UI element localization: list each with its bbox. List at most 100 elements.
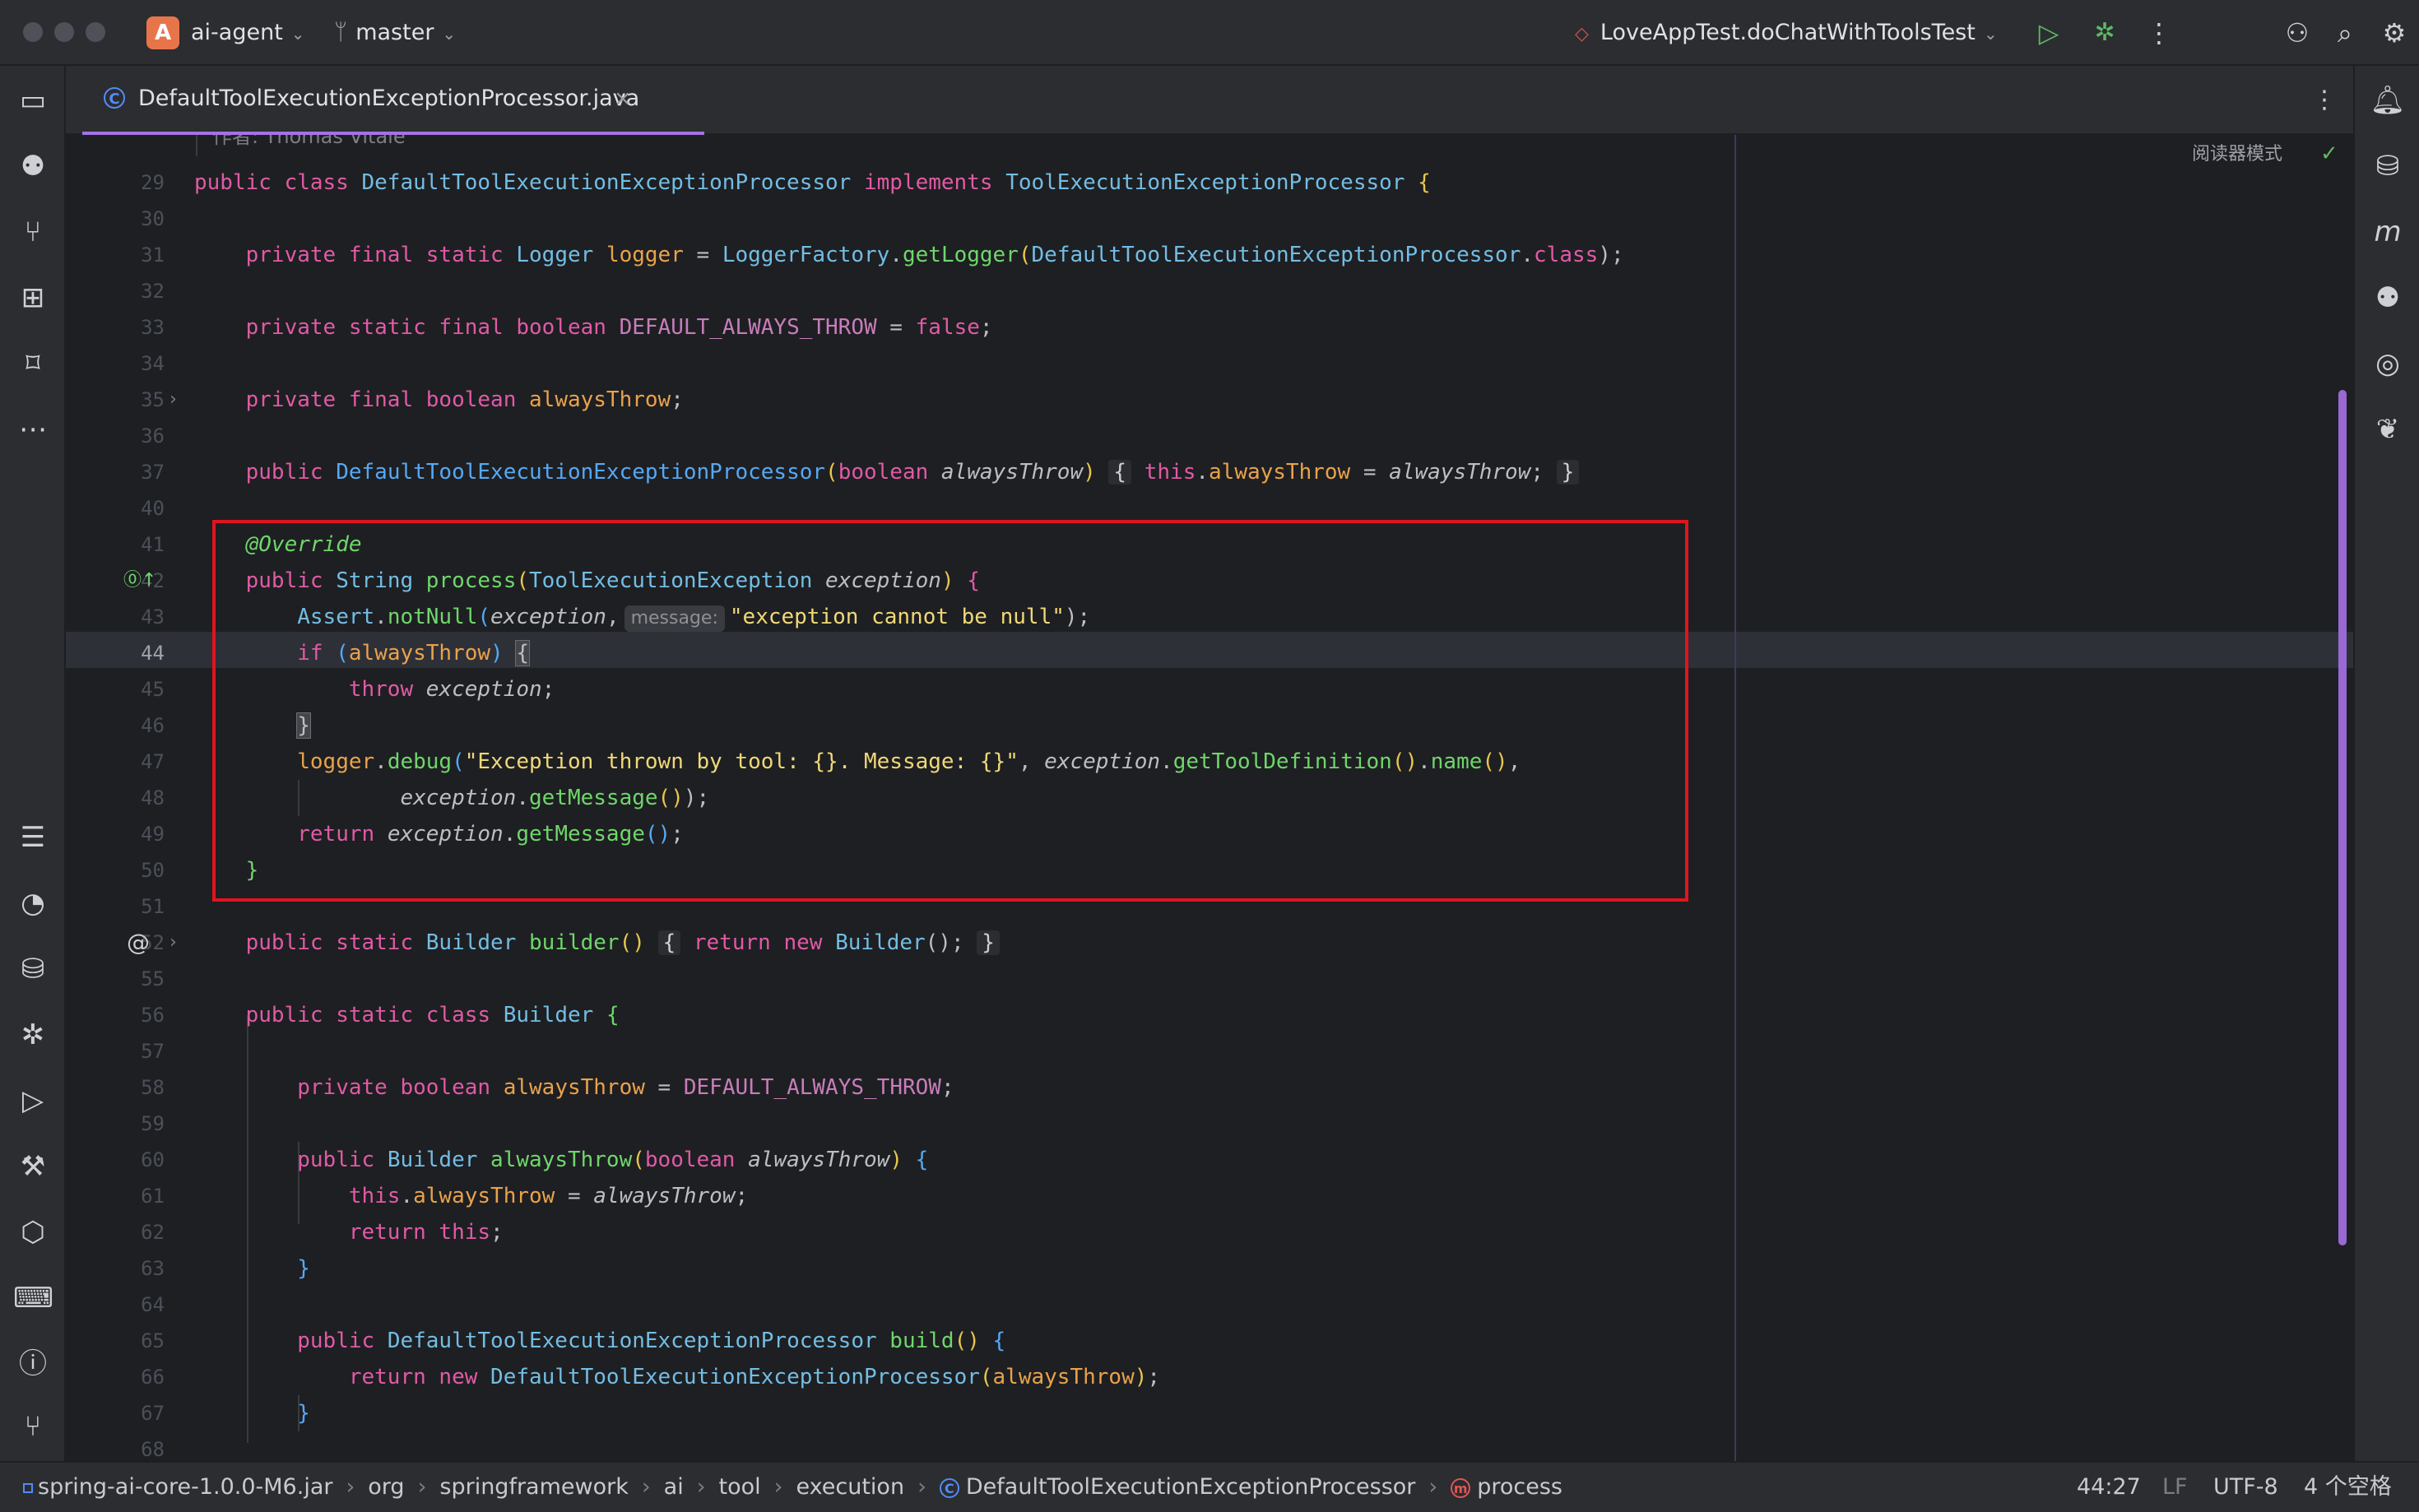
token: public static class xyxy=(245,1003,491,1027)
implements-method-icon[interactable]: ⓪↑ xyxy=(123,563,156,599)
close-icon[interactable]: × xyxy=(614,84,632,114)
chevron-right-icon: › xyxy=(346,1474,355,1500)
chevron-right-icon: › xyxy=(1428,1474,1438,1500)
build-hammer-icon[interactable]: ⚒ xyxy=(13,1147,53,1186)
breadcrumb: spring-ai-core-1.0.0-M6.jar › org › springfr… xyxy=(23,1471,1562,1504)
tab-default-tool-execution-exception-processor[interactable]: C DefaultToolExecutionExceptionProcessor… xyxy=(82,66,704,135)
token: alwaysThrow xyxy=(490,1148,633,1172)
breadcrumb-item[interactable]: ai xyxy=(664,1474,684,1500)
line-separator[interactable]: LF xyxy=(2162,1471,2188,1504)
line-number: 50 xyxy=(141,859,165,882)
breadcrumb-item[interactable]: tool xyxy=(719,1474,761,1500)
more-actions-icon[interactable]: ⋮ xyxy=(2143,16,2175,49)
breadcrumb-item[interactable]: execution xyxy=(796,1474,904,1500)
copilot-icon[interactable]: ⚉ xyxy=(13,146,53,186)
token: alwaysThrow xyxy=(593,1184,736,1208)
token: Builder xyxy=(387,1148,478,1172)
token: DefaultToolExecutionExceptionProcessor xyxy=(387,1329,877,1353)
annotation-at-icon[interactable]: @ xyxy=(127,925,150,961)
more-tools-icon[interactable]: ⋯ xyxy=(13,410,53,449)
line-number: 60 xyxy=(141,1148,165,1171)
line-number: 65 xyxy=(141,1329,165,1352)
status-bar: spring-ai-core-1.0.0-M6.jar › org › springfr… xyxy=(0,1461,2419,1512)
code-line-33: private static final boolean DEFAULT_ALW… xyxy=(194,309,2333,346)
code-editor[interactable]: 作者: Thomas Vitale 29 30 31 32 33 34 35 3… xyxy=(66,135,2353,1461)
run-icon[interactable]: ▷ xyxy=(2032,16,2065,49)
branch-selector[interactable]: ᛘ master ⌄ xyxy=(334,16,456,50)
project-folder-icon[interactable]: ▭ xyxy=(13,81,53,120)
line-number: 48 xyxy=(141,786,165,809)
token: alwaysThrow xyxy=(1389,460,1531,485)
code-line-56: public static class Builder { xyxy=(245,1003,620,1027)
token: public xyxy=(297,1329,375,1353)
token: ToolExecutionExceptionProcessor xyxy=(1005,170,1405,195)
ai-assistant-icon[interactable]: ⚉ xyxy=(2368,278,2407,318)
pull-requests-icon[interactable]: ⑂ xyxy=(13,212,53,252)
debug-tool-icon[interactable]: ✲ xyxy=(13,1015,53,1055)
fold-chevron-icon[interactable]: › xyxy=(169,925,177,961)
breadcrumb-item[interactable]: org xyxy=(368,1474,404,1500)
reader-mode-toggle[interactable]: 阅读器模式 xyxy=(2192,143,2282,166)
right-margin-guide xyxy=(1734,135,1736,1461)
add-user-icon[interactable]: ⚇ xyxy=(2281,16,2314,49)
code-line-52: public static Builder builder() { return… xyxy=(194,925,2333,961)
token: public static xyxy=(245,930,414,955)
vertical-scrollbar-thumb[interactable] xyxy=(2338,390,2347,1245)
todo-list-icon[interactable]: ☰ xyxy=(13,818,53,857)
services-icon[interactable]: ⬡ xyxy=(13,1213,53,1252)
terminal-icon[interactable]: ⌨ xyxy=(13,1278,53,1318)
token: DefaultToolExecutionExceptionProcessor xyxy=(1031,243,1521,267)
breadcrumb-item[interactable]: process xyxy=(1477,1474,1562,1500)
breadcrumb-item[interactable]: springframework xyxy=(439,1474,628,1500)
token: = xyxy=(1350,460,1390,485)
maven-icon[interactable]: m xyxy=(2368,212,2407,252)
tab-actions-icon[interactable]: ⋮ xyxy=(2312,86,2337,115)
caret-position[interactable]: 44:27 xyxy=(2077,1471,2141,1504)
profiler-icon[interactable]: ◔ xyxy=(13,884,53,923)
endpoints-icon[interactable]: ◎ xyxy=(2368,344,2407,383)
settings-icon[interactable]: ⚙ xyxy=(2378,16,2411,49)
fold-chevron-icon[interactable]: › xyxy=(169,382,177,418)
problems-icon[interactable]: ⓘ xyxy=(13,1344,53,1384)
git-icon[interactable]: ⑂ xyxy=(13,1407,53,1446)
token: class xyxy=(1534,243,1599,267)
breadcrumb-item[interactable]: spring-ai-core-1.0.0-M6.jar xyxy=(38,1474,332,1500)
window-close-button[interactable] xyxy=(23,22,43,42)
window-zoom-button[interactable] xyxy=(86,22,105,42)
line-number: 58 xyxy=(141,1076,165,1099)
token: private static final boolean xyxy=(245,315,606,340)
notifications-icon[interactable]: 🔔︎ xyxy=(2368,81,2407,120)
spring-leaf-icon[interactable]: ❦ xyxy=(2368,410,2407,449)
token: DefaultToolExecutionExceptionProcessor xyxy=(336,460,826,485)
token: builder xyxy=(529,930,620,955)
inspection-ok-check-icon[interactable]: ✓ xyxy=(2320,141,2338,166)
database-icon[interactable]: ⛁ xyxy=(2368,146,2407,186)
breadcrumb-item[interactable]: DefaultToolExecutionExceptionProcessor xyxy=(966,1474,1416,1500)
run-tool-icon[interactable]: ▷ xyxy=(13,1081,53,1120)
java-class-icon: C xyxy=(104,87,125,109)
token: logger xyxy=(606,243,684,267)
line-number: 49 xyxy=(141,823,165,846)
bookmarks-icon[interactable]: ⌑ xyxy=(13,344,53,383)
debug-icon[interactable]: ✲ xyxy=(2088,16,2121,49)
code-line-61: this.alwaysThrow = alwaysThrow; xyxy=(348,1184,749,1208)
token: LoggerFactory xyxy=(722,243,890,267)
search-icon[interactable]: ⌕ xyxy=(2328,16,2361,49)
run-config-selector[interactable]: ◇ LoveAppTest.doChatWithToolsTest ⌄ xyxy=(1575,16,1998,51)
indent-setting[interactable]: 4 个空格 xyxy=(2304,1471,2392,1504)
database-icon[interactable]: ⛁ xyxy=(13,949,53,989)
structure-icon[interactable]: ⊞ xyxy=(13,278,53,318)
file-encoding[interactable]: UTF-8 xyxy=(2213,1471,2278,1504)
project-selector[interactable]: ai-agent ⌄ xyxy=(191,16,305,50)
token: ; xyxy=(1147,1365,1161,1389)
code-line-62: return this; xyxy=(194,1214,2333,1250)
token: ; xyxy=(1530,460,1544,485)
title-bar: A ai-agent ⌄ ᛘ master ⌄ ◇ LoveAppTest.doChat… xyxy=(0,0,2419,66)
window-minimize-button[interactable] xyxy=(54,22,74,42)
line-number: 47 xyxy=(141,750,165,773)
tab-label: DefaultToolExecutionExceptionProcessor.j… xyxy=(138,86,640,111)
line-number: 36 xyxy=(141,424,165,448)
token: alwaysThrow xyxy=(503,1075,645,1100)
code-line-31: private final static Logger logger = Log… xyxy=(245,243,1624,267)
token: = xyxy=(683,243,722,267)
